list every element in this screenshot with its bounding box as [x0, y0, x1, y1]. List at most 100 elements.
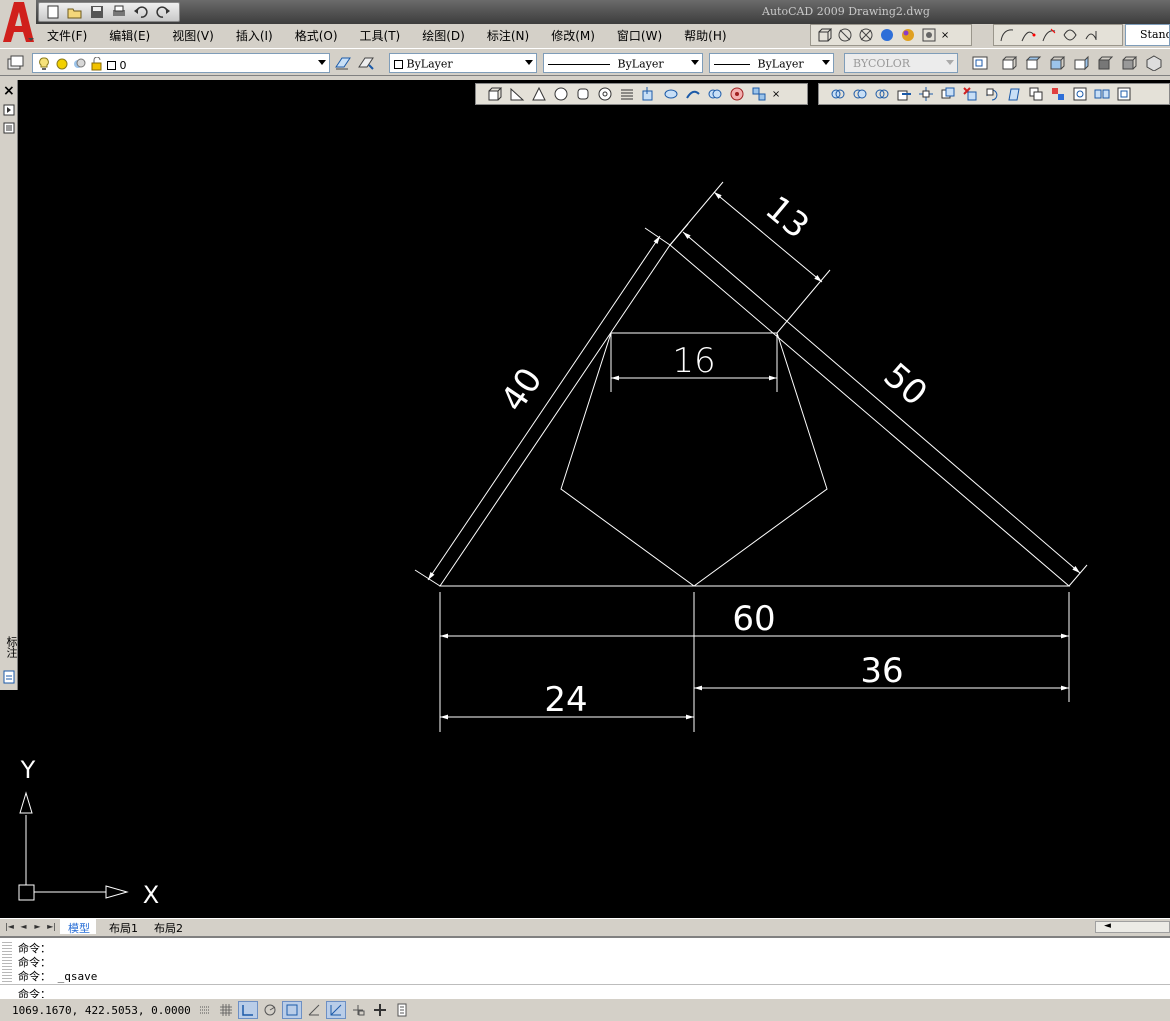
layer-combo[interactable]: 0 — [32, 53, 330, 73]
linetype-combo[interactable]: ByLayer — [543, 53, 703, 73]
application-menu-button[interactable] — [0, 0, 36, 46]
toolbar-close-icon[interactable]: × — [772, 85, 780, 103]
next-tab-icon[interactable]: ► — [32, 921, 43, 933]
extrude-face-icon[interactable] — [895, 85, 913, 103]
scroll-left-icon[interactable]: ◄ — [1104, 921, 1111, 931]
offset-face-icon[interactable] — [939, 85, 957, 103]
last-tab-icon[interactable]: ►| — [46, 921, 57, 933]
open-file-icon[interactable] — [65, 4, 84, 20]
panel-menu-icon[interactable] — [3, 122, 15, 137]
ortho-mode-icon[interactable] — [238, 1001, 258, 1019]
close-icon[interactable]: × — [3, 83, 15, 99]
command-input[interactable]: 命令： — [0, 984, 1170, 1001]
menu-format[interactable]: 格式(O) — [284, 27, 349, 44]
print-icon[interactable] — [109, 4, 128, 20]
cube-icon[interactable] — [815, 26, 833, 44]
box-view-icon[interactable] — [1000, 54, 1018, 72]
right-view-icon[interactable] — [1072, 54, 1090, 72]
menu-insert[interactable]: 插入(I) — [225, 27, 284, 44]
rotate-face-icon[interactable] — [983, 85, 1001, 103]
copy-face-icon[interactable] — [1027, 85, 1045, 103]
prev-tab-icon[interactable]: ◄ — [18, 921, 29, 933]
make-current-layer-icon[interactable] — [334, 54, 352, 72]
sweep-icon[interactable] — [684, 85, 702, 103]
undo-icon[interactable] — [131, 4, 150, 20]
taper-face-icon[interactable] — [1005, 85, 1023, 103]
layer-properties-icon[interactable] — [6, 54, 24, 72]
toolbar-close-icon[interactable]: × — [941, 26, 949, 44]
menu-tools[interactable]: 工具(T) — [349, 27, 412, 44]
navigate-icon[interactable] — [728, 85, 746, 103]
menu-window[interactable]: 窗口(W) — [606, 27, 673, 44]
cylinder-icon[interactable] — [574, 85, 592, 103]
polyline-icon[interactable] — [998, 26, 1016, 44]
object-snap-tracking-icon[interactable] — [304, 1001, 324, 1019]
top-view-icon[interactable] — [1024, 54, 1042, 72]
wireframe-2d-icon[interactable] — [836, 26, 854, 44]
wedge-icon[interactable] — [508, 85, 526, 103]
align-icon[interactable] — [750, 85, 768, 103]
cone-icon[interactable] — [530, 85, 548, 103]
imprint-icon[interactable] — [1071, 85, 1089, 103]
menu-help[interactable]: 帮助(H) — [673, 27, 737, 44]
lineweight-toggle-icon[interactable] — [370, 1001, 390, 1019]
iso-view-icon[interactable] — [1120, 54, 1138, 72]
menu-file[interactable]: 文件(F) — [36, 27, 98, 44]
object-snap-icon[interactable] — [282, 1001, 302, 1019]
left-view-icon[interactable] — [1096, 54, 1114, 72]
dynamic-input-icon[interactable] — [348, 1001, 368, 1019]
menu-edit[interactable]: 编辑(E) — [98, 27, 161, 44]
menu-view[interactable]: 视图(V) — [161, 27, 225, 44]
tab-layout2[interactable]: 布局2 — [146, 919, 189, 935]
revolve-icon[interactable] — [662, 85, 680, 103]
extrude-icon[interactable] — [640, 85, 658, 103]
move-face-icon[interactable] — [917, 85, 935, 103]
helix-icon[interactable] — [618, 85, 636, 103]
rotate-icon[interactable] — [1082, 26, 1100, 44]
polar-tracking-icon[interactable] — [260, 1001, 280, 1019]
tab-model[interactable]: 模型 — [60, 919, 96, 935]
snap-mode-icon[interactable] — [195, 1001, 215, 1019]
quick-properties-icon[interactable] — [392, 1001, 412, 1019]
layer-previous-icon[interactable] — [357, 54, 375, 72]
edit-spline-icon[interactable] — [1040, 26, 1058, 44]
save-icon[interactable] — [87, 4, 106, 20]
panel-dimension-icon[interactable] — [3, 670, 15, 687]
conceptual-style-icon[interactable] — [899, 26, 917, 44]
solid-subtract-icon[interactable] — [851, 85, 869, 103]
text-style-combo[interactable]: Stand — [1125, 24, 1170, 46]
style-manager-icon[interactable] — [920, 26, 938, 44]
wireframe-3d-icon[interactable] — [857, 26, 875, 44]
tab-layout1[interactable]: 布局1 — [101, 919, 144, 935]
panel-expand-icon[interactable] — [3, 104, 15, 119]
realistic-style-icon[interactable] — [878, 26, 896, 44]
redo-icon[interactable] — [153, 4, 172, 20]
union-icon[interactable] — [706, 85, 724, 103]
grid-display-icon[interactable] — [216, 1001, 236, 1019]
lineweight-combo[interactable]: ByLayer — [709, 53, 834, 73]
spline-icon[interactable] — [1019, 26, 1037, 44]
coordinate-readout[interactable]: 1069.1670, 422.5053, 0.0000 — [12, 1004, 191, 1017]
color-face-icon[interactable] — [1049, 85, 1067, 103]
sphere-icon[interactable] — [552, 85, 570, 103]
dynamic-ucs-icon[interactable] — [326, 1001, 346, 1019]
shell-icon[interactable] — [1115, 85, 1133, 103]
delete-face-icon[interactable] — [961, 85, 979, 103]
iso-view-2-icon[interactable] — [1146, 54, 1164, 72]
new-file-icon[interactable] — [43, 4, 62, 20]
menu-draw[interactable]: 绘图(D) — [411, 27, 476, 44]
color-combo[interactable]: ByLayer — [389, 53, 537, 73]
layout-icon[interactable] — [972, 54, 990, 72]
horizontal-scrollbar[interactable]: ◄ — [1095, 921, 1170, 933]
torus-icon[interactable] — [596, 85, 614, 103]
box-icon[interactable] — [486, 85, 504, 103]
solid-union-icon[interactable] — [829, 85, 847, 103]
menu-dimension[interactable]: 标注(N) — [476, 27, 540, 44]
separate-icon[interactable] — [1093, 85, 1111, 103]
solid-intersect-icon[interactable] — [873, 85, 891, 103]
first-tab-icon[interactable]: |◄ — [4, 921, 15, 933]
front-view-icon[interactable] — [1048, 54, 1066, 72]
command-window-grip[interactable] — [2, 942, 12, 982]
drawing-canvas[interactable]: 16 60 36 24 40 50 13 Y X — [18, 80, 1170, 918]
region-icon[interactable] — [1061, 26, 1079, 44]
